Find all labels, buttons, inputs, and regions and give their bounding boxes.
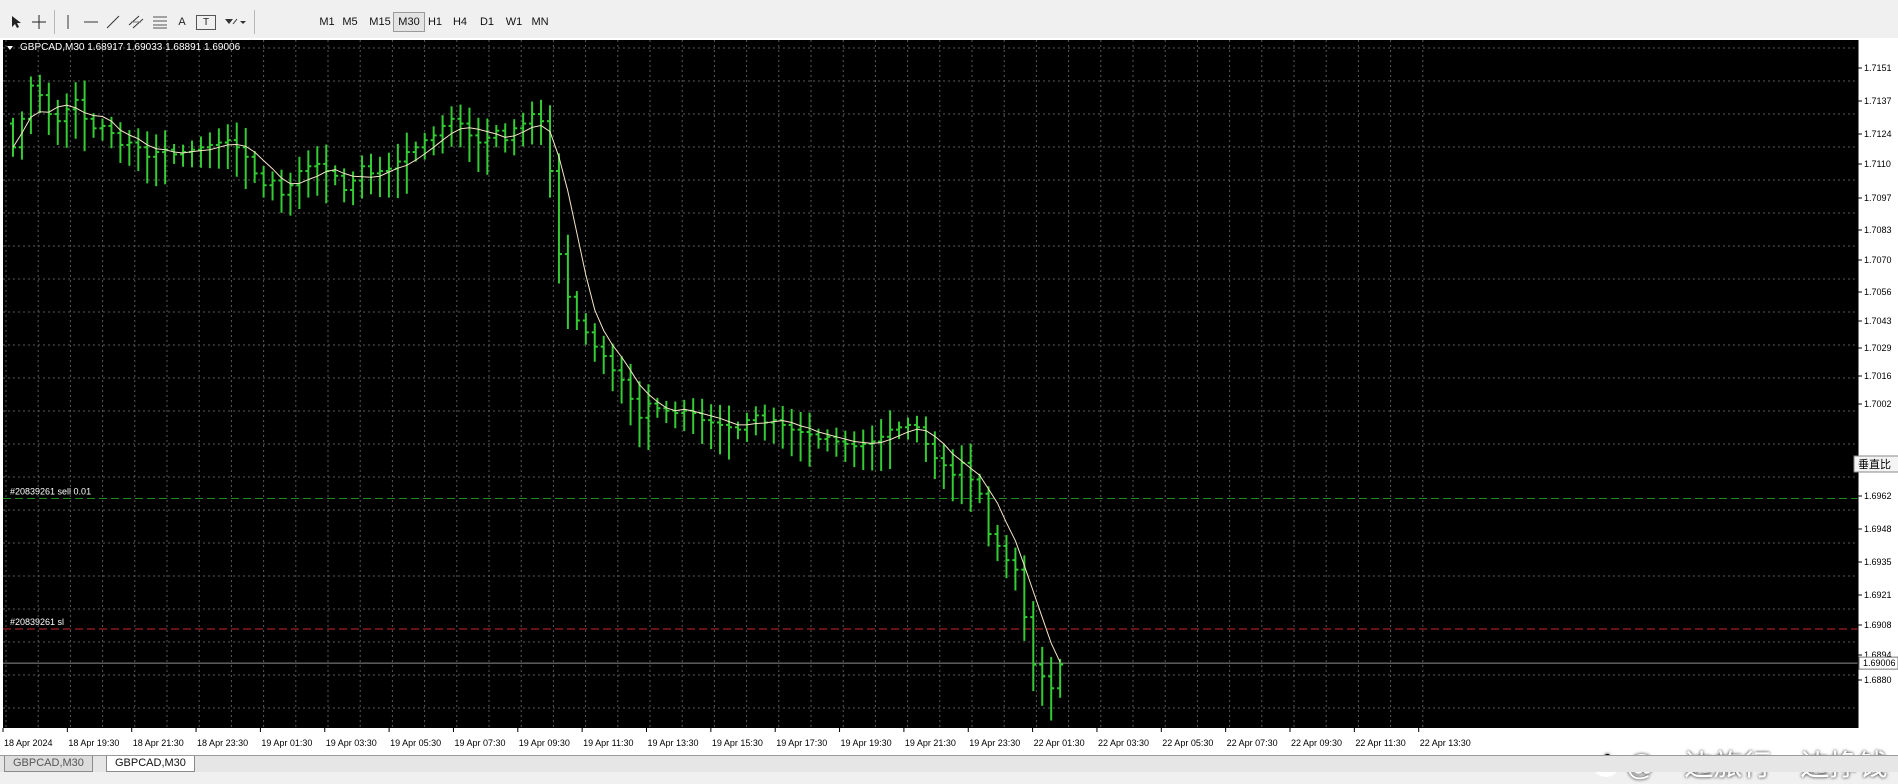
time-tick-label: 19 Apr 09:30 — [519, 738, 570, 748]
price-tick-label: 1.7043 — [1864, 316, 1892, 326]
timeframe-m5-button[interactable]: M5 — [337, 12, 363, 32]
cursor-tool-icon[interactable] — [8, 12, 26, 32]
channel-tool-icon[interactable] — [126, 12, 146, 32]
price-chart[interactable]: GBPCAD,M30 1.68917 1.69033 1.68891 1.690… — [0, 38, 1898, 755]
fibonacci-tool-icon[interactable] — [150, 12, 170, 32]
price-tick-label: 1.7097 — [1864, 193, 1892, 203]
time-tick-label: 22 Apr 01:30 — [1034, 738, 1085, 748]
timeframe-m30-button[interactable]: M30 — [393, 12, 425, 32]
time-tick-label: 18 Apr 21:30 — [133, 738, 184, 748]
time-tick-label: 22 Apr 07:30 — [1227, 738, 1278, 748]
time-tick-label: 22 Apr 11:30 — [1355, 738, 1405, 748]
price-tick-label: 1.6921 — [1864, 590, 1892, 600]
time-tick-label: 19 Apr 19:30 — [841, 738, 892, 748]
charts-toolbar: A T M1 M5 M15 M30 H1 H4 D1 W1 MN — [0, 0, 1898, 39]
toolbar-separator — [254, 10, 255, 34]
time-tick-label: 19 Apr 21:30 — [905, 738, 956, 748]
timeframe-d1-button[interactable]: D1 — [474, 12, 500, 32]
toolbar-separator — [54, 10, 55, 34]
price-tick-label: 1.7110 — [1864, 159, 1891, 169]
price-tick-label: 1.7137 — [1864, 96, 1892, 106]
time-tick-label: 19 Apr 05:30 — [390, 738, 441, 748]
trendline-tool-icon[interactable] — [104, 12, 122, 32]
price-tick-label: 1.7029 — [1864, 343, 1892, 353]
time-tick-label: 22 Apr 05:30 — [1162, 738, 1213, 748]
price-tick-label: 1.6935 — [1864, 557, 1892, 567]
timeframe-h4-button[interactable]: H4 — [447, 12, 473, 32]
price-tick-label: 1.7124 — [1864, 129, 1892, 139]
price-tick-label: 1.7016 — [1864, 371, 1892, 381]
text-tool-icon[interactable]: A — [174, 12, 190, 32]
price-tick-label: 1.7070 — [1864, 255, 1892, 265]
chart-tabs: GBPCAD,M30 GBPCAD,M30 — [0, 755, 1898, 772]
price-tick-label: 1.7056 — [1864, 287, 1892, 297]
time-tick-label: 22 Apr 09:30 — [1291, 738, 1342, 748]
time-tick-label: 18 Apr 23:30 — [197, 738, 248, 748]
time-tick-label: 19 Apr 13:30 — [648, 738, 699, 748]
tab-gbpcad-m30[interactable]: GBPCAD,M30 — [4, 756, 93, 772]
time-tick-label: 19 Apr 11:30 — [583, 738, 633, 748]
price-tick-label: 1.7151 — [1864, 63, 1892, 73]
crosshair-tool-icon[interactable] — [30, 12, 48, 32]
time-tick-label: 22 Apr 03:30 — [1098, 738, 1149, 748]
time-tick-label: 19 Apr 01:30 — [261, 738, 312, 748]
time-tick-label: 22 Apr 13:30 — [1420, 738, 1471, 748]
stop-order-label: #20839261 sl — [10, 617, 64, 627]
chart-header: GBPCAD,M30 1.68917 1.69033 1.68891 1.690… — [20, 42, 241, 53]
time-tick-label: 19 Apr 07:30 — [454, 738, 505, 748]
timeframe-h1-button[interactable]: H1 — [422, 12, 448, 32]
price-tick-label: 1.6908 — [1864, 620, 1892, 630]
arrows-dropdown-icon[interactable] — [222, 12, 248, 32]
text-label-tool-icon[interactable]: T — [196, 15, 216, 30]
price-tick-label: 1.7002 — [1864, 399, 1892, 409]
current-price-label: 1.69006 — [1863, 658, 1896, 668]
time-tick-label: 19 Apr 23:30 — [969, 738, 1020, 748]
timeframe-mn-button[interactable]: MN — [527, 12, 553, 32]
tab-gbpcad-m30-active[interactable]: GBPCAD,M30 — [106, 756, 195, 772]
time-tick-label: 19 Apr 03:30 — [326, 738, 377, 748]
chart-area[interactable]: GBPCAD,M30 1.68917 1.69033 1.68891 1.690… — [0, 38, 1898, 782]
horizontal-line-tool-icon[interactable] — [82, 12, 100, 32]
price-tick-label: 1.7083 — [1864, 225, 1892, 235]
time-tick-label: 19 Apr 15:30 — [712, 738, 763, 748]
vertical-line-tool-icon[interactable] — [60, 12, 76, 32]
price-tick-label: 1.6880 — [1864, 675, 1892, 685]
time-tick-label: 19 Apr 17:30 — [776, 738, 827, 748]
entry-order-label: #20839261 sell 0.01 — [10, 486, 91, 496]
price-tick-label: 1.6948 — [1864, 524, 1892, 534]
chart-background — [3, 40, 1858, 728]
axis-tooltip-label: 垂直比 — [1858, 457, 1891, 471]
timeframe-m15-button[interactable]: M15 — [365, 12, 395, 32]
timeframe-w1-button[interactable]: W1 — [501, 12, 527, 32]
time-tick-label: 18 Apr 19:30 — [68, 738, 119, 748]
time-tick-label: 18 Apr 2024 — [4, 738, 53, 748]
price-tick-label: 1.6962 — [1864, 491, 1892, 501]
